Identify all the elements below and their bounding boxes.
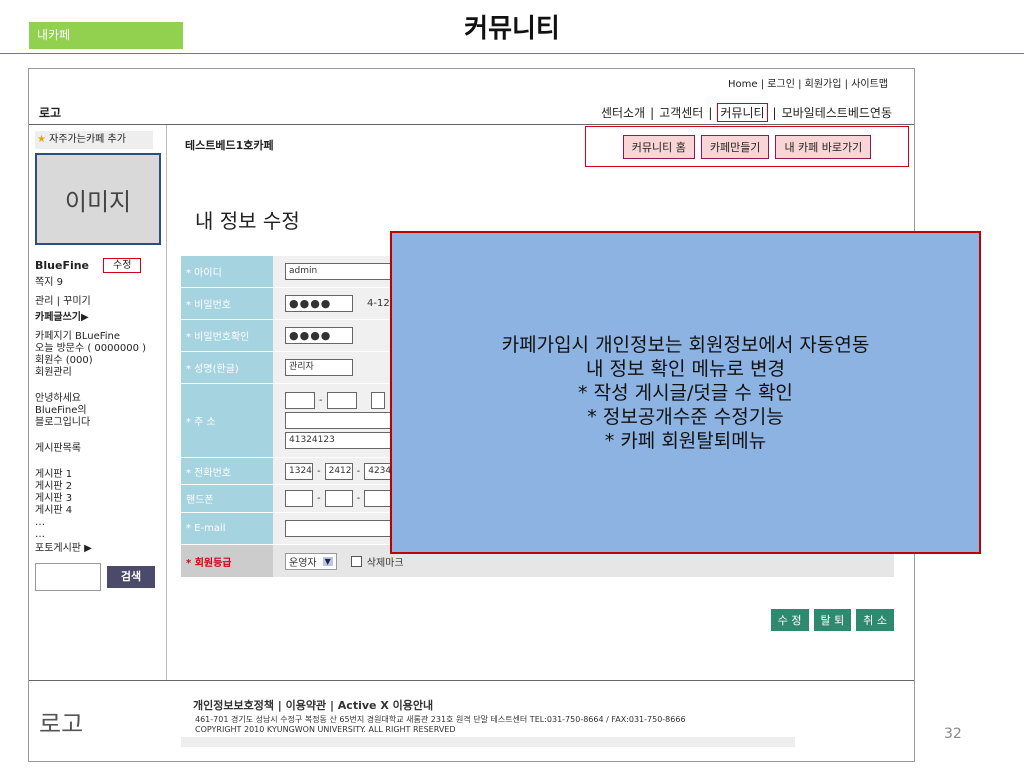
greeting: 안녕하세요 [35, 393, 81, 404]
zip-field-1[interactable] [285, 392, 315, 409]
footer-logo: 로고 [39, 710, 84, 738]
footer-address: 461-701 경기도 성남시 수정구 복정동 산 65번지 경원대학교 새롬관… [195, 715, 686, 734]
nav-community[interactable]: 커뮤니티 [717, 103, 768, 122]
logo[interactable]: 로고 [39, 104, 61, 121]
make-cafe-button[interactable]: 카페만들기 [700, 134, 770, 159]
password-field[interactable]: ●●●● [285, 295, 353, 312]
board-link[interactable]: 게시판 2 [35, 481, 165, 493]
sidebar-search: 검색 [35, 563, 165, 591]
photo-board-link[interactable]: 포토게시판 ▶ [35, 543, 165, 555]
greeting: BlueFine의 [35, 405, 87, 416]
footer-divider [29, 680, 914, 681]
note-link[interactable]: 쪽지 9 [35, 277, 165, 289]
nav-mobile-testbed[interactable]: 모바일테스트베드연동 [782, 104, 892, 121]
top-nav: 센터소개 | 고객센터 | 커뮤니티 | 모바일테스트베드연동 [601, 103, 892, 122]
address-detail-field[interactable]: 41324123 [285, 432, 395, 449]
phone-field-2[interactable]: 2412 [324, 462, 353, 480]
footer-links[interactable]: 개인정보보호정책 | 이용약관 | Active X 이용안내 [193, 697, 433, 713]
login-link[interactable]: 로그인 [767, 79, 795, 90]
community-home-button[interactable]: 커뮤니티 홈 [622, 134, 695, 159]
favorite-cafe-button[interactable]: ★ 자주가는카페 추가 [35, 131, 153, 149]
delete-mark-checkbox[interactable] [350, 555, 362, 567]
password-confirm-field[interactable]: ●●●● [285, 327, 353, 344]
search-button[interactable]: 검색 [107, 566, 155, 588]
greeting: 블로그입니다 [35, 417, 91, 428]
phone-field-1[interactable]: 1324 [285, 462, 313, 480]
address-field[interactable] [285, 412, 395, 429]
name-field[interactable]: 관리자 [285, 359, 353, 376]
nickname-row: BlueFine 수정 [35, 257, 165, 273]
go-my-cafe-button[interactable]: 내 카페 바로가기 [775, 134, 872, 159]
board-link[interactable]: 게시판 1 [35, 469, 165, 481]
mobile-field-2[interactable] [324, 490, 353, 507]
title-rule [0, 53, 1024, 54]
zip-search-button[interactable] [370, 392, 385, 409]
star-icon: ★ [37, 134, 46, 145]
home-link[interactable]: Home [728, 79, 758, 90]
today-visits: 오늘 방문수 ( 0000000 ) [35, 343, 147, 354]
grade-select[interactable]: 운영자 ▼ [285, 552, 337, 570]
board-link[interactable]: 게시판 3 [35, 493, 165, 505]
phone-field-3[interactable]: 4234 [364, 462, 393, 480]
leave-button[interactable]: 탈 퇴 [813, 609, 852, 631]
callout-line: 카페가입시 개인정보는 회원정보에서 자동연동 [501, 333, 870, 356]
callout-line: * 작성 게시글/덧글 수 확인 [578, 381, 793, 404]
callout-line: 내 정보 확인 메뉴로 변경 [586, 357, 785, 380]
member-manage-link[interactable]: 회원관리 [35, 367, 165, 379]
signup-link[interactable]: 회원가입 [805, 79, 842, 90]
annotation-callout: 카페가입시 개인정보는 회원정보에서 자동연동 내 정보 확인 메뉴로 변경 *… [390, 231, 981, 554]
callout-line: * 카페 회원탈퇴메뉴 [604, 429, 767, 452]
cafe-name: 테스트베드1호카페 [185, 139, 274, 152]
profile-image: 이미지 [35, 153, 161, 245]
edit-profile-button[interactable]: 수정 [103, 257, 142, 273]
footer-bar [181, 737, 795, 747]
manage-links[interactable]: 관리 | 꾸미기 [35, 296, 165, 308]
sidebar-divider [166, 125, 167, 680]
utility-links: Home | 로그인 | 회원가입 | 사이트맵 [728, 79, 888, 90]
sidebar: ★ 자주가는카페 추가 이미지 BlueFine 수정 쪽지 9 관리 | 꾸미… [35, 131, 165, 591]
board-list-title: 게시판목록 [35, 443, 81, 454]
nickname: BlueFine [35, 258, 90, 272]
callout-line: * 정보공개수준 수정기능 [587, 405, 784, 428]
search-input[interactable] [35, 563, 101, 591]
write-post-link[interactable]: 카페글쓰기▶ [35, 312, 165, 324]
form-actions: 수 정 탈 퇴 취 소 [770, 609, 894, 631]
mobile-field-1[interactable] [285, 490, 313, 507]
page-title: 내 정보 수정 [195, 209, 300, 233]
board-link: … [35, 529, 45, 540]
board-link[interactable]: 게시판 4 [35, 505, 165, 517]
member-count: 회원수 (000) [35, 355, 93, 366]
cafe-buttons: 커뮤니티 홈 카페만들기 내 카페 바로가기 [585, 126, 909, 167]
password-hint: 4-12 [367, 298, 390, 309]
zip-field-2[interactable] [326, 392, 357, 409]
cancel-button[interactable]: 취 소 [856, 609, 894, 631]
nav-center[interactable]: 센터소개 [601, 104, 645, 121]
mobile-field-3[interactable] [364, 490, 393, 507]
delete-mark-label: 삭제마크 [366, 557, 404, 569]
header-divider [29, 124, 914, 125]
board-link: … [35, 517, 45, 528]
sitemap-link[interactable]: 사이트맵 [851, 79, 888, 90]
slide-number: 32 [944, 726, 962, 742]
edit-button[interactable]: 수 정 [770, 609, 809, 631]
nav-support[interactable]: 고객센터 [659, 104, 703, 121]
cafe-keeper: 카페지기 BLueFine [35, 331, 121, 342]
chevron-down-icon: ▼ [322, 556, 333, 566]
slide-title: 커뮤니티 [464, 14, 560, 44]
